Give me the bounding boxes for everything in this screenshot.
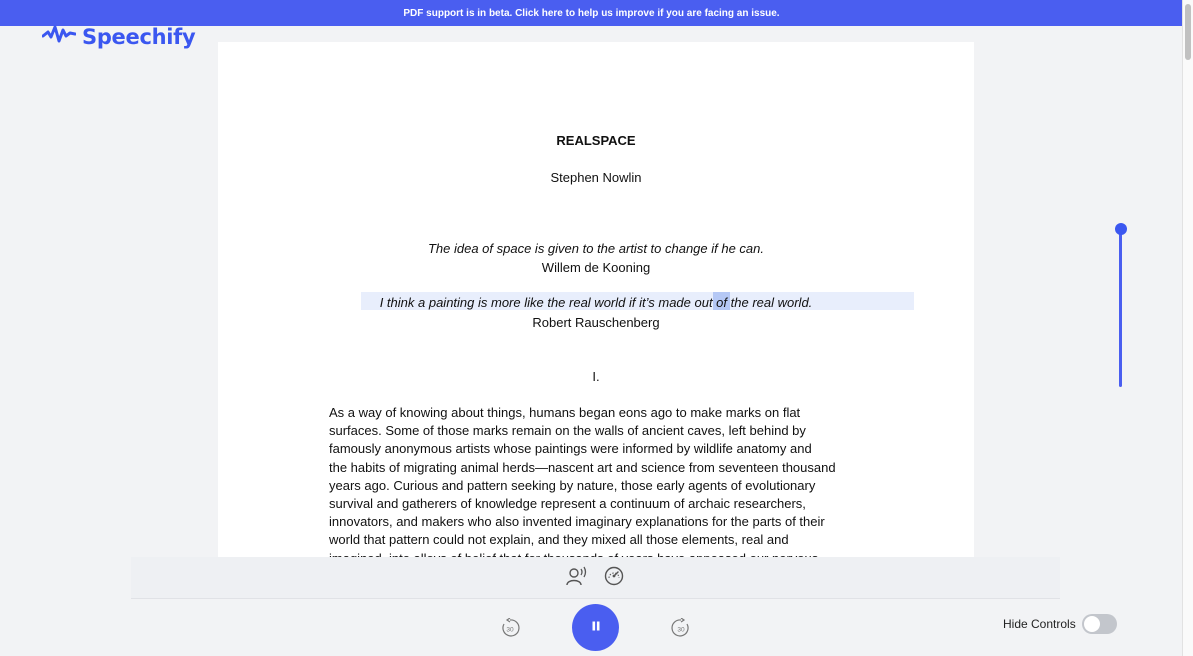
progress-track — [1119, 229, 1122, 387]
pause-icon — [590, 619, 602, 637]
epigraph-quote-1: The idea of space is given to the artist… — [427, 241, 765, 256]
forward-30-button[interactable]: 30 — [671, 618, 691, 638]
reading-progress-slider[interactable] — [1115, 223, 1127, 388]
pdf-page: REALSPACE Stephen Nowlin The idea of spa… — [218, 42, 974, 557]
epigraph-attribution-1: Willem de Kooning — [541, 260, 651, 275]
speechify-logo[interactable]: Speechify — [41, 24, 196, 49]
beta-feedback-banner[interactable]: PDF support is in beta. Click here to he… — [0, 0, 1183, 26]
speed-gauge-icon[interactable] — [604, 566, 624, 586]
document-title: REALSPACE — [556, 133, 636, 148]
progress-handle[interactable] — [1115, 223, 1127, 235]
rewind-30-button[interactable]: 30 — [500, 618, 520, 638]
toggle-knob — [1083, 616, 1100, 632]
hide-controls-toggle[interactable] — [1081, 614, 1117, 634]
epigraph-quote-2: I think a painting is more like the real… — [379, 295, 813, 310]
brand-name: Speechify — [82, 24, 196, 49]
banner-text: PDF support is in beta. Click here to he… — [403, 7, 780, 19]
pause-button[interactable] — [572, 604, 619, 651]
section-heading: I. — [592, 369, 600, 384]
window-scrollbar[interactable] — [1182, 0, 1193, 656]
scrollbar-thumb[interactable] — [1185, 4, 1191, 60]
hide-controls-group: Hide Controls — [1003, 614, 1117, 634]
voice-select-icon[interactable] — [566, 566, 588, 586]
epigraph-attribution-2: Robert Rauschenberg — [532, 315, 660, 330]
speechify-wave-icon — [41, 24, 77, 49]
player-options-bar — [131, 557, 1060, 599]
body-paragraph: As a way of knowing about things, humans… — [329, 405, 836, 557]
rewind-label: 30 — [506, 627, 514, 634]
document-author: Stephen Nowlin — [550, 170, 642, 185]
hide-controls-label: Hide Controls — [1003, 617, 1076, 631]
forward-label: 30 — [677, 627, 685, 634]
